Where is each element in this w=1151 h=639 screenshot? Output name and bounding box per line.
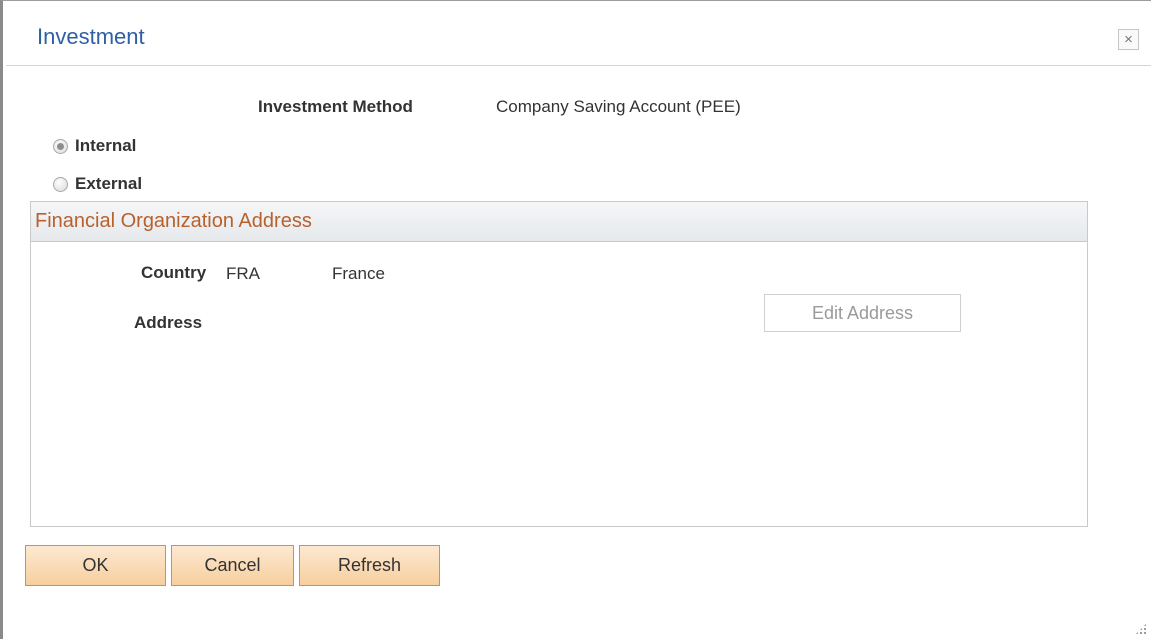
- group-title: Financial Organization Address: [35, 210, 312, 232]
- investment-dialog: Investment × Investment Method Company S…: [0, 0, 1151, 639]
- radio-external[interactable]: External: [53, 174, 142, 194]
- radio-external-label: External: [75, 174, 143, 193]
- country-code: FRA: [226, 264, 260, 283]
- dialog-titlebar: Investment ×: [6, 9, 1151, 66]
- financial-org-address-group: Financial Organization Address Country F…: [30, 201, 1088, 527]
- address-label: Address: [134, 313, 203, 332]
- investment-method-label: Investment Method: [258, 97, 413, 116]
- edit-address-button[interactable]: Edit Address: [764, 294, 961, 332]
- resize-grip-icon[interactable]: [1135, 623, 1147, 635]
- close-button[interactable]: ×: [1118, 29, 1139, 50]
- radio-external-button[interactable]: [53, 176, 68, 192]
- country-name: France: [332, 264, 385, 283]
- country-label: Country: [141, 263, 207, 282]
- radio-internal-label: Internal: [75, 136, 137, 155]
- ok-button[interactable]: OK: [25, 545, 166, 586]
- radio-internal[interactable]: Internal: [53, 136, 136, 156]
- close-icon: ×: [1124, 31, 1133, 48]
- cancel-button[interactable]: Cancel: [171, 545, 294, 586]
- investment-method-value: Company Saving Account (PEE): [496, 97, 741, 116]
- radio-internal-button[interactable]: [53, 138, 68, 154]
- dialog-title: Investment: [37, 24, 145, 49]
- refresh-button[interactable]: Refresh: [299, 545, 440, 586]
- group-header: Financial Organization Address: [31, 202, 1087, 242]
